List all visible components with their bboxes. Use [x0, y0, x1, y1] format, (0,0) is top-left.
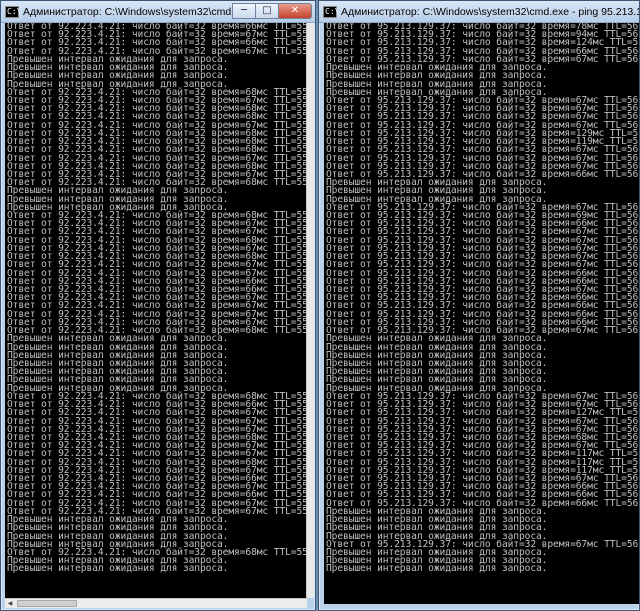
- vertical-scrollbar[interactable]: [306, 23, 314, 598]
- cmd-window-left[interactable]: C:\ Администратор: C:\Windows\system32\c…: [0, 0, 316, 611]
- minimize-icon[interactable]: ─: [232, 3, 256, 19]
- close-icon[interactable]: ✕: [278, 3, 312, 19]
- window-title: Администратор: C:\Windows\system32\cmd.e…: [341, 5, 639, 18]
- console-line: Превышен интервал ожидания для запроса.: [326, 563, 548, 575]
- cmd-window-right[interactable]: C:\ Администратор: C:\Windows\system32\c…: [318, 0, 640, 611]
- scroll-left-icon[interactable]: ◀: [5, 600, 15, 607]
- title-bar[interactable]: C:\ Администратор: C:\Windows\system32\c…: [1, 1, 315, 23]
- title-bar[interactable]: C:\ Администратор: C:\Windows\system32\c…: [319, 1, 639, 23]
- cmd-icon: C:\: [323, 5, 340, 18]
- console-output[interactable]: Ответ от 95.213.129.37: число байт=32 вр…: [324, 23, 639, 604]
- horizontal-scrollbar[interactable]: ◀: [5, 598, 307, 608]
- window-title: Администратор: C:\Windows\system32\cmd.e…: [23, 5, 233, 18]
- console-line: Превышен интервал ожидания для запроса.: [7, 563, 229, 575]
- scroll-thumb[interactable]: [17, 600, 77, 607]
- maximize-icon[interactable]: □: [255, 3, 279, 19]
- console-output[interactable]: Ответ от 92.223.4.21: число байт=32 врем…: [5, 23, 307, 598]
- cmd-icon: C:\: [5, 5, 22, 18]
